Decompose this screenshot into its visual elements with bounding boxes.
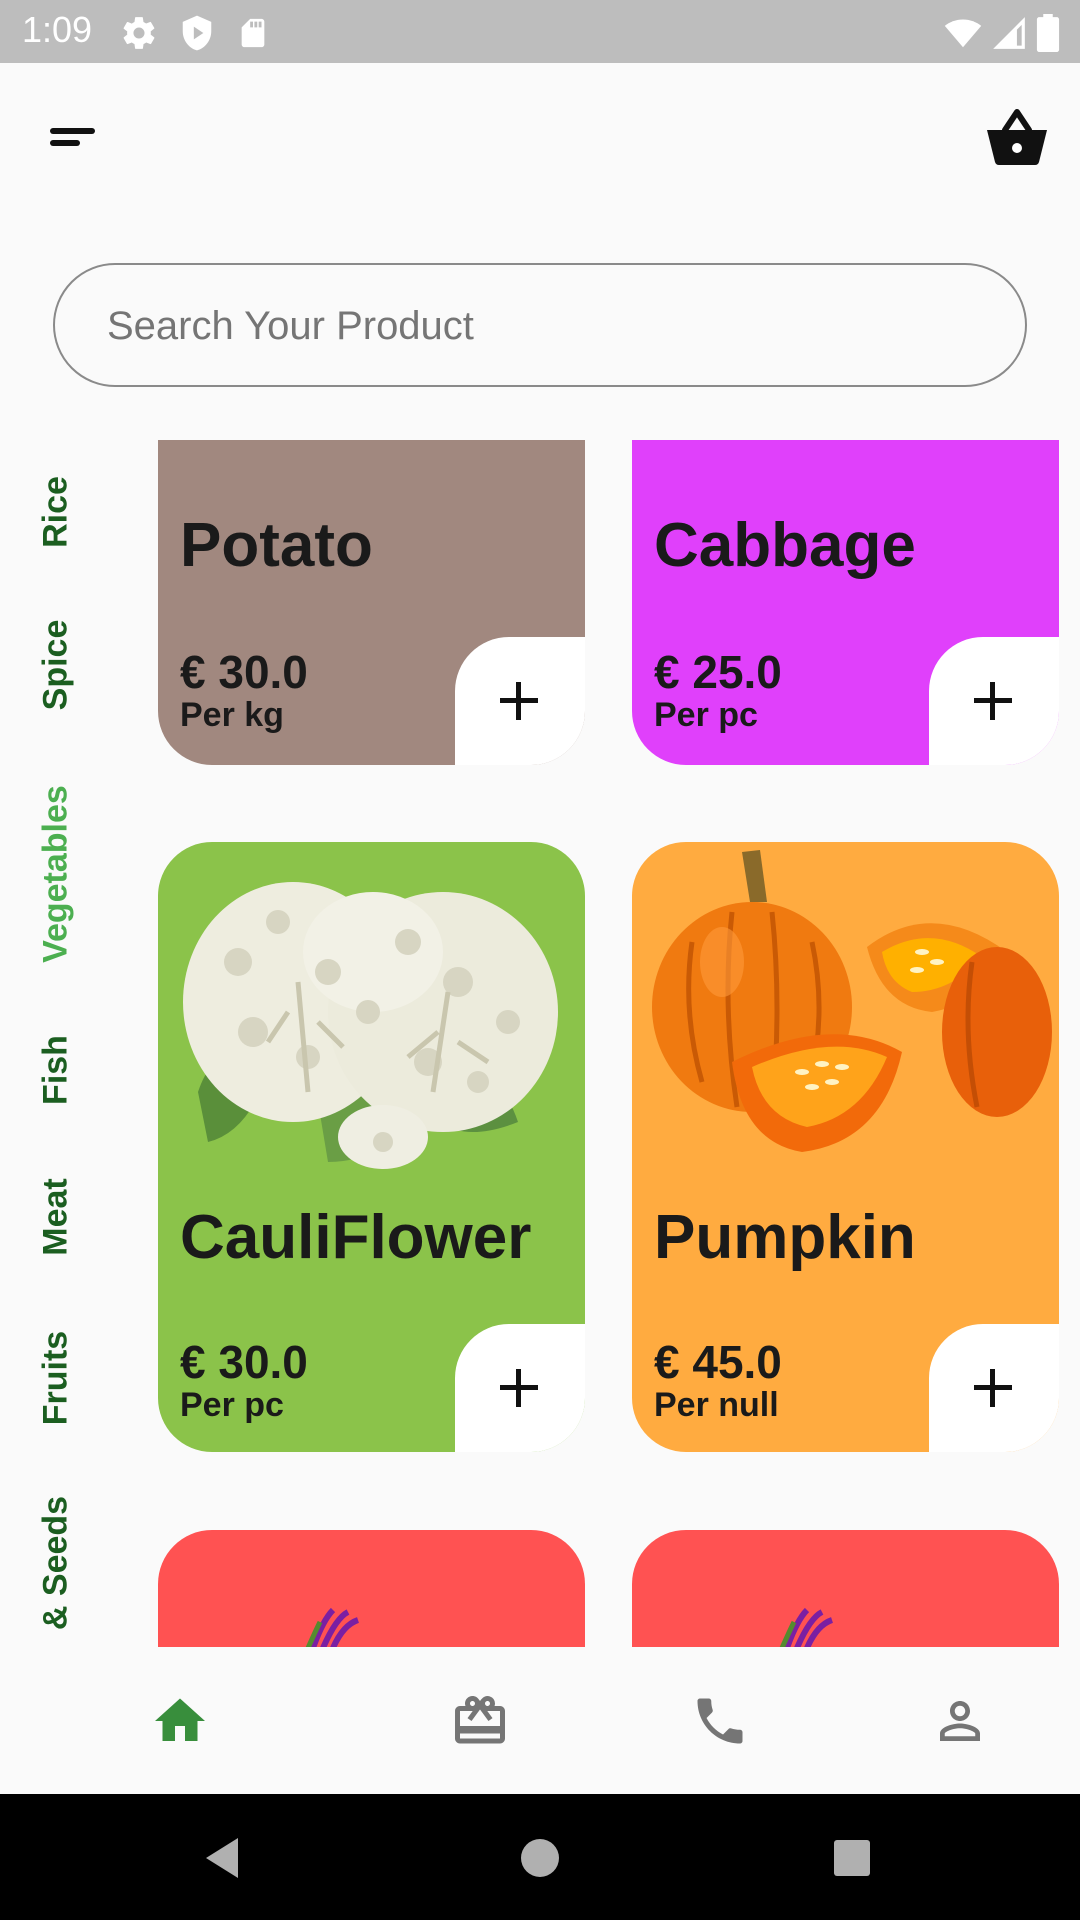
beetroot-image	[305, 1607, 360, 1647]
add-to-cart-button[interactable]	[455, 637, 585, 765]
search-input[interactable]	[107, 293, 967, 359]
profile-icon[interactable]	[930, 1691, 990, 1751]
shield-icon	[182, 15, 212, 51]
product-card-pumpkin[interactable]: Pumpkin € 45.0 Per null	[632, 842, 1059, 1452]
pumpkin-image	[652, 850, 1052, 1152]
wifi-icon	[944, 19, 982, 48]
product-price: € 30.0	[180, 1336, 308, 1388]
product-card-cabbage[interactable]: Cabbage € 25.0 Per pc	[632, 440, 1059, 765]
product-card-partial[interactable]	[632, 1530, 1059, 1647]
sd-card-icon	[241, 18, 265, 48]
product-unit: Per null	[654, 1386, 779, 1424]
recents-icon[interactable]	[828, 1834, 876, 1882]
menu-icon[interactable]	[50, 124, 100, 154]
home-icon[interactable]	[150, 1691, 210, 1751]
product-card-partial[interactable]	[158, 1530, 585, 1647]
product-price: € 45.0	[654, 1336, 782, 1388]
product-grid: Potato € 30.0 Per kg Cabbage € 25.0 Per …	[0, 440, 1080, 1647]
add-to-cart-button[interactable]	[455, 1324, 585, 1452]
gift-card-icon[interactable]	[450, 1691, 510, 1751]
product-name: Pumpkin	[654, 1203, 916, 1272]
battery-icon	[1036, 14, 1060, 52]
signal-icon	[993, 17, 1025, 49]
add-to-cart-button[interactable]	[929, 1324, 1059, 1452]
product-name: Potato	[180, 511, 373, 580]
system-navigation-bar	[0, 1794, 1080, 1920]
add-to-cart-button[interactable]	[929, 637, 1059, 765]
home-circle-icon[interactable]	[516, 1834, 564, 1882]
status-bar: 1:09	[0, 0, 1080, 63]
product-card-potato[interactable]: Potato € 30.0 Per kg	[158, 440, 585, 765]
product-unit: Per kg	[180, 696, 284, 734]
product-unit: Per pc	[654, 696, 758, 734]
product-card-cauliflower[interactable]: CauliFlower € 30.0 Per pc	[158, 842, 585, 1452]
search-box[interactable]	[53, 263, 1027, 387]
settings-icon	[123, 17, 155, 49]
bottom-navigation	[0, 1647, 1080, 1794]
product-price: € 25.0	[654, 646, 782, 698]
cauliflower-image	[183, 882, 558, 1169]
phone-icon[interactable]	[690, 1691, 750, 1751]
product-unit: Per pc	[180, 1386, 284, 1424]
product-name: Cabbage	[654, 511, 916, 580]
product-name: CauliFlower	[180, 1203, 532, 1272]
back-icon[interactable]	[200, 1834, 248, 1882]
status-time: 1:09	[22, 9, 93, 50]
basket-icon[interactable]	[985, 108, 1049, 166]
product-price: € 30.0	[180, 646, 308, 698]
beetroot-image	[779, 1607, 834, 1647]
